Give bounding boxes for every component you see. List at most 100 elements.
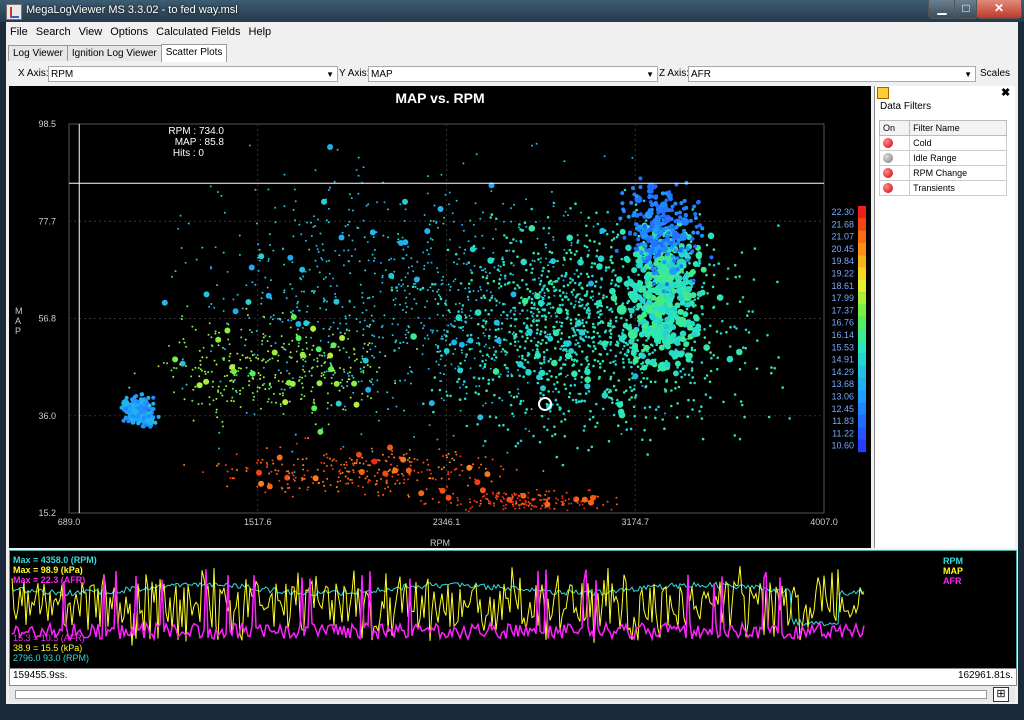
grid-icon[interactable]: ⊞ [993, 687, 1009, 702]
scatter-point [643, 243, 648, 247]
close-icon[interactable]: ✖ [1001, 86, 1010, 99]
scatter-point [558, 289, 562, 292]
scatter-plot-panel[interactable]: MAP vs. RPM 689.0 1517.6 2346.1 3174.7 4007.0… [9, 86, 871, 548]
menu-file[interactable]: File [6, 24, 32, 40]
scatter-point [656, 275, 662, 282]
tab-log-viewer[interactable]: Log Viewer [8, 45, 68, 61]
menu-view[interactable]: View [75, 24, 107, 40]
scatter-point [618, 334, 620, 337]
maximize-button[interactable]: □ [954, 0, 978, 19]
filter-row[interactable]: Idle Range [878, 150, 1007, 166]
filter-row[interactable]: Cold [878, 135, 1007, 151]
x-axis-select[interactable]: RPM ▼ [48, 66, 338, 82]
scatter-point [622, 361, 625, 364]
filter-toggle-icon[interactable] [883, 153, 893, 164]
scatter-point [477, 322, 480, 326]
close-button[interactable]: ✕ [976, 0, 1022, 19]
scatter-point [404, 208, 407, 211]
scatter-point [553, 425, 556, 429]
scatter-point [361, 392, 364, 395]
scales-button[interactable]: Scales [980, 68, 1010, 79]
scatter-point [210, 267, 213, 270]
filter-toggle-icon[interactable] [883, 168, 893, 179]
scatter-point [222, 357, 225, 360]
scatter-point [248, 384, 250, 387]
menu-help[interactable]: Help [245, 24, 276, 40]
scatter-point [235, 374, 238, 377]
tab-ignition-log-viewer[interactable]: Ignition Log Viewer [66, 45, 162, 61]
scatter-point [537, 319, 541, 322]
filter-toggle-icon[interactable] [883, 183, 893, 194]
scatter-point [361, 291, 364, 294]
scatter-point [319, 307, 322, 310]
scatter-point [575, 269, 579, 272]
scatter-point [457, 289, 460, 291]
scatter-point [624, 389, 628, 393]
scatter-point [381, 336, 384, 339]
filter-row[interactable]: RPM Change [878, 165, 1007, 181]
scatter-plot[interactable]: MAP vs. RPM689.0 1517.6 2346.1 3174.7 4007.0… [9, 86, 871, 548]
scatter-point [308, 268, 311, 271]
scatter-point [133, 372, 136, 375]
scatter-point [468, 348, 472, 351]
tab-scatter-plots[interactable]: Scatter Plots [160, 44, 228, 62]
scatter-point [585, 224, 588, 228]
scatter-point [347, 470, 350, 473]
scatter-point [190, 375, 193, 378]
menu-search[interactable]: Search [32, 24, 75, 40]
scatter-point [346, 372, 349, 375]
log-trace-graph[interactable]: Max = 4358.0 (RPM)Max = 98.9 (kPa)Max = … [10, 551, 1016, 669]
scatter-point [620, 257, 624, 261]
scatter-point [468, 476, 471, 479]
z-axis-select[interactable]: AFR ▼ [688, 66, 976, 82]
scatter-point [352, 464, 355, 467]
filter-toggle-icon[interactable] [883, 138, 893, 149]
scatter-point [679, 264, 684, 269]
scatter-point [614, 319, 618, 323]
scatter-point [277, 469, 280, 472]
y-axis-select[interactable]: MAP ▼ [368, 66, 658, 82]
scatter-point [462, 262, 465, 265]
scatter-point [369, 229, 376, 236]
scatter-point [504, 353, 507, 356]
menu-options[interactable]: Options [106, 24, 152, 40]
scatter-point [296, 328, 299, 331]
scatter-point [483, 345, 486, 348]
edit-icon[interactable] [877, 87, 889, 99]
scatter-point [290, 314, 297, 320]
scatter-point [679, 201, 684, 205]
scatter-point [666, 302, 673, 308]
scatter-point [316, 320, 319, 323]
scatter-point [268, 233, 271, 236]
minimize-button[interactable]: ▁ [928, 0, 956, 19]
scatter-point [326, 392, 329, 395]
scatter-point [444, 364, 447, 367]
scatter-point [551, 306, 555, 309]
scatter-point [644, 219, 648, 222]
scatter-point [281, 392, 284, 395]
scatter-point [378, 366, 381, 369]
scatter-point [587, 216, 590, 219]
scatter-point [700, 417, 704, 420]
scatter-point [646, 299, 653, 306]
scatter-point [214, 246, 217, 249]
scatter-point [444, 193, 447, 196]
scatter-point [410, 257, 413, 260]
scatter-point [479, 217, 482, 220]
scatter-point [560, 321, 564, 325]
menu-calculated-fields[interactable]: Calculated Fields [152, 24, 244, 40]
scatter-point [611, 230, 615, 234]
filter-row[interactable]: Transients [878, 180, 1007, 196]
scatter-point [270, 401, 273, 404]
log-strip-chart[interactable]: Max = 4358.0 (RPM) Max = 98.9 (kPa) Max = … [9, 550, 1017, 670]
scatter-point [705, 273, 708, 277]
log-scrollbar[interactable]: ⊞ [9, 686, 1015, 702]
scatter-point [224, 327, 231, 334]
scroll-track[interactable] [15, 690, 987, 699]
scatter-point [350, 255, 353, 257]
scatter-point [509, 324, 513, 327]
scatter-point [650, 358, 656, 365]
scatter-point [413, 276, 420, 283]
scatter-point [525, 225, 528, 228]
scatter-point [342, 264, 345, 267]
